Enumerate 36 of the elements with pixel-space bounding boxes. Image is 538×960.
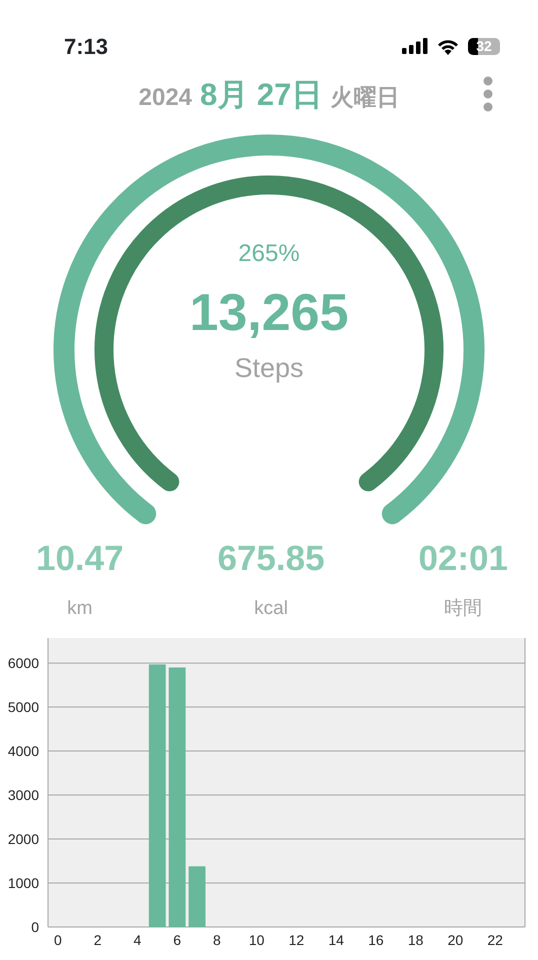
y-axis-label: 5000 [8,699,39,716]
x-axis-label: 4 [134,932,142,948]
y-axis-label: 3000 [8,787,39,804]
goal-percent: 265% [238,239,300,269]
x-axis-label: 16 [368,932,384,948]
wifi-icon [436,38,460,54]
date-day: 8月 27日 [200,72,322,118]
stat-unit: kcal [254,596,288,620]
stat-value: 10.47 [36,540,124,578]
y-axis-label: 4000 [8,743,39,760]
chart-bar [188,866,206,927]
stat-unit: 時間 [444,596,482,620]
status-time: 7:13 [64,32,108,60]
steps-label: Steps [234,352,304,386]
x-axis-label: 14 [328,932,344,948]
x-axis-label: 20 [448,932,464,948]
x-axis-label: 18 [408,932,424,948]
y-axis-label: 1000 [8,875,39,891]
y-axis-label: 6000 [8,655,39,672]
signal-icon [402,38,428,54]
x-axis-label: 2 [94,932,102,948]
step-count: 13,265 [189,283,349,344]
x-axis-label: 8 [213,932,221,948]
x-axis-label: 10 [248,932,264,948]
x-axis-label: 22 [487,932,503,948]
stat-value: 02:01 [418,540,508,578]
y-axis-label: 0 [31,919,39,935]
x-axis-label: 0 [54,932,62,948]
stat-unit: km [67,596,92,620]
more-menu-icon[interactable] [482,76,494,112]
x-axis-label: 6 [173,932,182,948]
x-axis-label: 12 [288,932,304,948]
stat-value: 675.85 [218,540,325,578]
y-axis-label: 2000 [8,831,39,848]
date-year: 2024 [138,83,192,113]
date-weekday: 火曜日 [330,83,400,112]
